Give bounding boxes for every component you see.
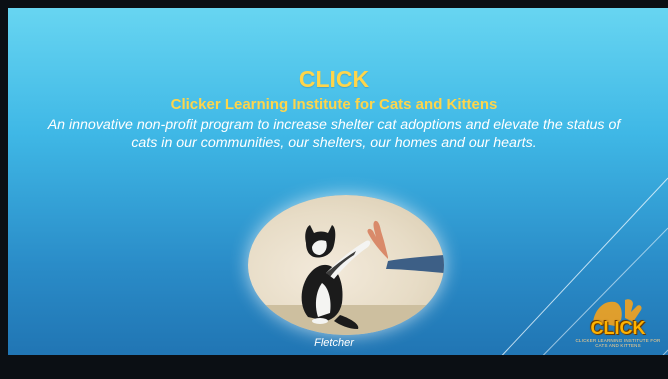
click-logo: CLICK CLICKER LEARNING INSTITUTE FOR CAT… bbox=[575, 292, 661, 352]
slide-bottom-border bbox=[0, 355, 668, 379]
slide-description: An innovative non-profit program to incr… bbox=[47, 117, 621, 151]
slide-left-border bbox=[0, 0, 8, 379]
slide-top-border bbox=[0, 0, 668, 8]
logo-text: CLICK bbox=[590, 318, 646, 338]
person-hand bbox=[367, 220, 388, 259]
slide-title: CLICK bbox=[298, 66, 370, 92]
cat-raised-leg bbox=[326, 251, 356, 277]
slide: CLICK Clicker Learning Institute for Cat… bbox=[0, 0, 668, 379]
logo-subtext: CLICKER LEARNING INSTITUTE FOR CATS AND … bbox=[575, 338, 661, 348]
photo-caption: Fletcher bbox=[314, 337, 354, 349]
slide-subtitle: Clicker Learning Institute for Cats and … bbox=[170, 96, 498, 113]
person-sleeve bbox=[386, 255, 444, 273]
cat-photo-art bbox=[248, 220, 444, 335]
cat-high-five-photo bbox=[248, 195, 444, 335]
cat-front-paw bbox=[312, 318, 328, 324]
